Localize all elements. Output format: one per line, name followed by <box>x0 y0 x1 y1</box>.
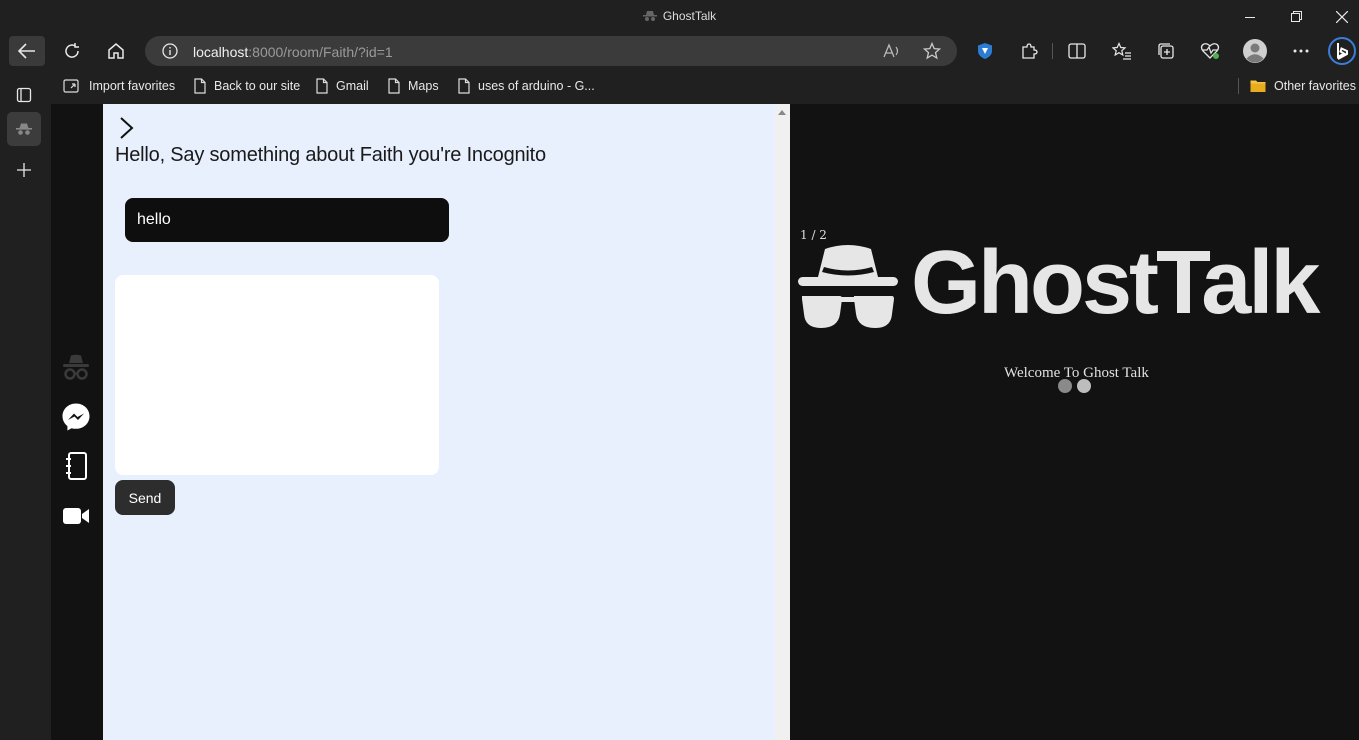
plus-icon <box>17 163 31 177</box>
ghosttalk-logo: GhostTalk <box>798 238 1320 330</box>
ghosttalk-favicon-icon <box>642 11 657 21</box>
send-button[interactable]: Send <box>115 480 175 515</box>
back-button[interactable] <box>9 36 45 66</box>
tab-ghosttalk[interactable] <box>7 112 41 146</box>
ghosttalk-tab-icon <box>16 123 32 135</box>
toolbar-divider <box>1052 43 1053 59</box>
window-titlebar: GhostTalk <box>0 0 1359 33</box>
profile-button[interactable] <box>1237 36 1273 66</box>
window-title: GhostTalk <box>0 9 1359 23</box>
bookmark-maps[interactable]: Maps <box>388 77 439 95</box>
incognito-logo-icon <box>798 245 898 328</box>
favorites-button[interactable] <box>1104 36 1140 66</box>
favorites-list-icon <box>1112 42 1131 60</box>
loading-dot <box>1058 379 1072 393</box>
message-textarea[interactable] <box>115 275 439 475</box>
restore-button[interactable] <box>1273 0 1319 33</box>
heart-pulse-icon <box>1200 43 1220 59</box>
page-icon <box>194 78 206 94</box>
browser-toolbar: localhost:8000/room/Faith/?id=1 <box>0 33 1359 70</box>
vertical-tabs <box>0 70 51 740</box>
split-screen-icon <box>1068 43 1086 59</box>
new-tab-button[interactable] <box>7 153 41 187</box>
collections-icon <box>1158 43 1174 59</box>
refresh-button[interactable] <box>54 36 90 66</box>
shield-extension-button[interactable] <box>967 36 1003 66</box>
import-icon <box>63 79 79 93</box>
page-icon <box>388 78 400 94</box>
page-title: Hello, Say something about Faith you're … <box>115 144 546 166</box>
split-screen-button[interactable] <box>1059 36 1095 66</box>
favorites-bar: Import favorites Back to our site Gmail … <box>51 70 1359 102</box>
favorite-star-icon[interactable] <box>923 42 941 60</box>
puzzle-icon <box>1022 43 1038 59</box>
page-icon <box>458 78 470 94</box>
bookmark-gmail[interactable]: Gmail <box>316 77 369 95</box>
home-button[interactable] <box>98 36 134 66</box>
copilot-button[interactable] <box>1325 36 1359 66</box>
loading-indicator <box>1058 379 1091 393</box>
bookmarks-divider <box>1238 78 1239 94</box>
incognito-nav-button[interactable] <box>56 349 96 385</box>
bookmark-back-to-our-site[interactable]: Back to our site <box>194 77 300 95</box>
bookmark-other-favorites[interactable]: Other favorites <box>1250 77 1356 95</box>
tab-actions-button[interactable] <box>7 78 41 112</box>
url-text[interactable]: localhost:8000/room/Faith/?id=1 <box>193 44 393 60</box>
web-page: Hello, Say something about Faith you're … <box>51 104 1359 740</box>
logo-wordmark: GhostTalk <box>911 233 1320 333</box>
back-arrow-icon <box>18 43 35 59</box>
messenger-nav-button[interactable] <box>56 399 96 435</box>
refresh-icon <box>65 43 79 58</box>
loading-dot <box>1077 379 1091 393</box>
close-button[interactable] <box>1319 0 1359 33</box>
tab-actions-icon <box>16 87 32 103</box>
bookmark-uses-of-arduino[interactable]: uses of arduino - G... <box>458 77 595 95</box>
avatar-icon <box>1243 39 1267 63</box>
app-sidebar <box>51 104 103 740</box>
browser-essentials-button[interactable] <box>1192 36 1228 66</box>
read-aloud-icon[interactable] <box>883 43 901 59</box>
video-camera-icon <box>63 508 89 524</box>
more-dots-icon <box>1293 49 1309 53</box>
shield-icon <box>978 43 992 59</box>
extensions-button[interactable] <box>1011 36 1047 66</box>
slide-counter: 1 / 2 <box>800 228 827 242</box>
chevron-right-icon[interactable] <box>115 116 139 140</box>
bing-icon <box>1328 37 1356 65</box>
home-icon <box>108 43 124 59</box>
address-bar[interactable]: localhost:8000/room/Faith/?id=1 <box>145 36 957 66</box>
page-icon <box>316 78 328 94</box>
site-info-icon[interactable] <box>162 43 178 59</box>
scroll-up-arrow-icon[interactable] <box>778 110 786 115</box>
incognito-icon <box>63 354 89 380</box>
settings-more-button[interactable] <box>1283 36 1319 66</box>
messenger-icon <box>62 403 90 431</box>
notebook-icon <box>66 452 87 480</box>
name-input[interactable]: hello <box>125 198 449 242</box>
folder-icon <box>1250 80 1266 92</box>
bookmark-import-favorites[interactable]: Import favorites <box>63 77 175 95</box>
splash-panel: 1 / 2 GhostTalk Welcome To Ghost Talk <box>790 104 1359 740</box>
chat-scrollbar[interactable] <box>775 104 790 740</box>
video-nav-button[interactable] <box>56 498 96 534</box>
notebook-nav-button[interactable] <box>56 448 96 484</box>
chat-panel: Hello, Say something about Faith you're … <box>103 104 775 740</box>
minimize-button[interactable] <box>1227 0 1273 33</box>
collections-button[interactable] <box>1148 36 1184 66</box>
